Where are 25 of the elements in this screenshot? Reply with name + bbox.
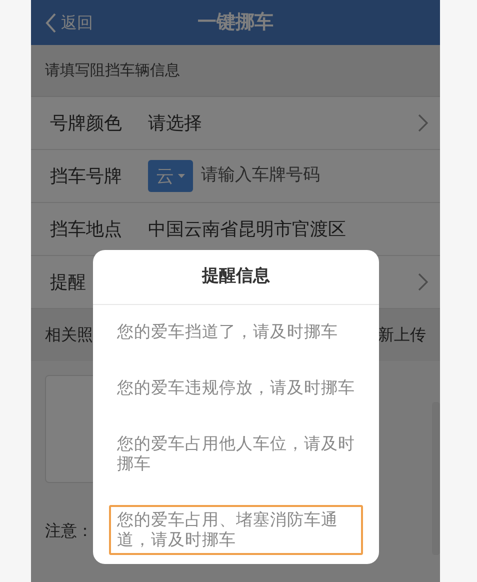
field-label: 挡车地点 (50, 218, 123, 242)
message-option[interactable]: 您的爱车违规停放，请及时挪车 (109, 373, 363, 403)
back-button[interactable]: 返回 (41, 0, 97, 45)
select-value: 请选择 (148, 112, 202, 136)
form-row[interactable]: 号牌颜色 请选择 (31, 97, 440, 150)
field-label: 提醒 (50, 270, 87, 294)
section-title: 请填写阻挡车辆信息 (45, 60, 180, 82)
field-label: 挡车号牌 (50, 164, 123, 188)
plate-number-field[interactable]: 请输入车牌号码 (201, 163, 361, 189)
dialog-title: 提醒信息 (202, 265, 270, 288)
upload-link[interactable]: 新上传 (378, 323, 426, 347)
field-value: 中国云南省昆明市官渡区 (148, 218, 346, 242)
message-option[interactable]: 您的爱车占用他人车位，请及时挪车 (109, 429, 363, 479)
field-label: 号牌颜色 (50, 112, 123, 136)
chevron-left-icon (45, 12, 57, 32)
message-option[interactable]: 您的爱车占用、堵塞消防车通道，请及时挪车 (109, 505, 363, 555)
caret-icon (178, 174, 185, 178)
chevron-right-icon (418, 273, 428, 291)
chevron-right-icon (418, 114, 428, 132)
scroll-bar[interactable] (432, 402, 440, 555)
page-title: 一键挪车 (198, 10, 274, 36)
section-title: 相关照 (45, 324, 93, 346)
message-option[interactable]: 您的爱车挡道了，请及时挪车 (109, 317, 363, 347)
plate-prefix-dropdown[interactable]: 云 (148, 160, 193, 192)
note-label: 注意： (45, 521, 93, 540)
